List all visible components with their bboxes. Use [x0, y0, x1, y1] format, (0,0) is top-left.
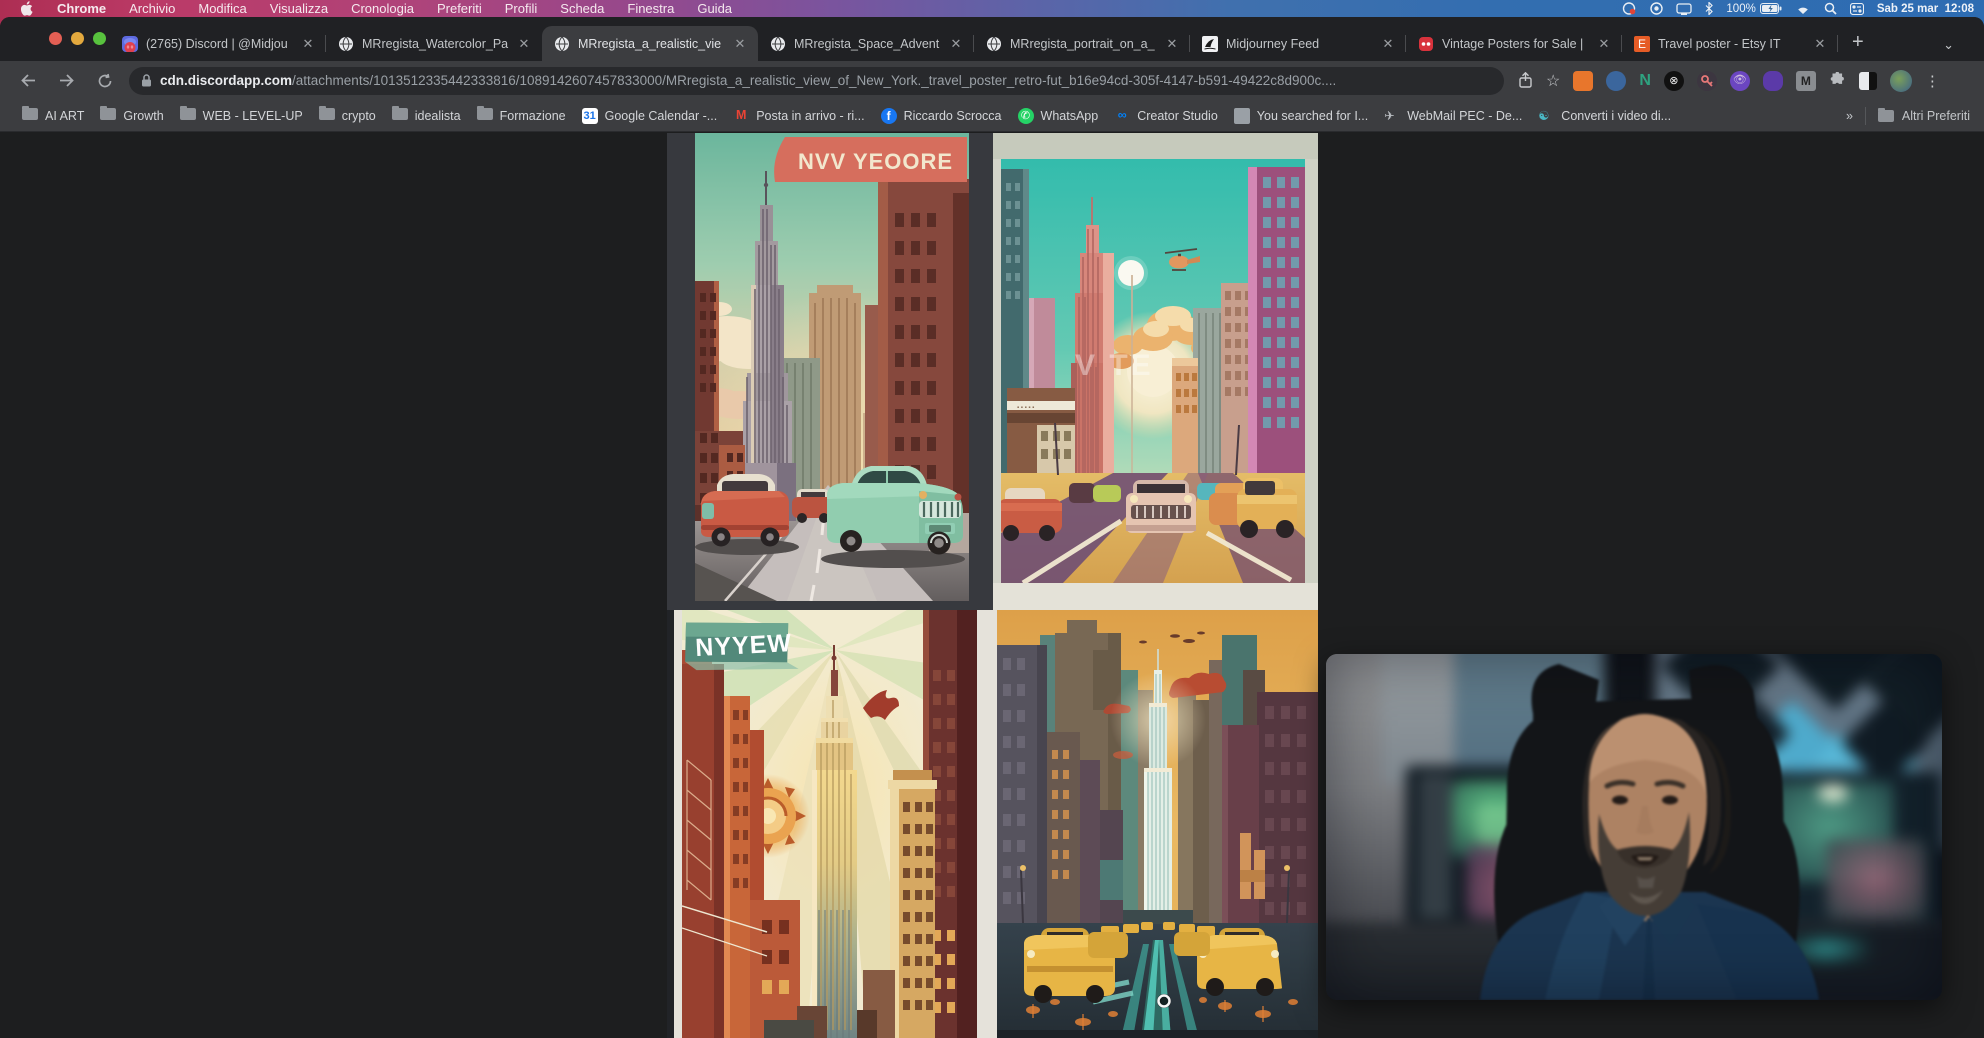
svg-text:NVV YEOORE: NVV YEOORE [798, 149, 953, 174]
svg-text:▪ ▪ ▪ ▪ ▪: ▪ ▪ ▪ ▪ ▪ [1017, 405, 1034, 411]
svg-text:NYYEW: NYYEW [695, 629, 793, 662]
svg-text:V TE: V TE [1075, 349, 1154, 382]
